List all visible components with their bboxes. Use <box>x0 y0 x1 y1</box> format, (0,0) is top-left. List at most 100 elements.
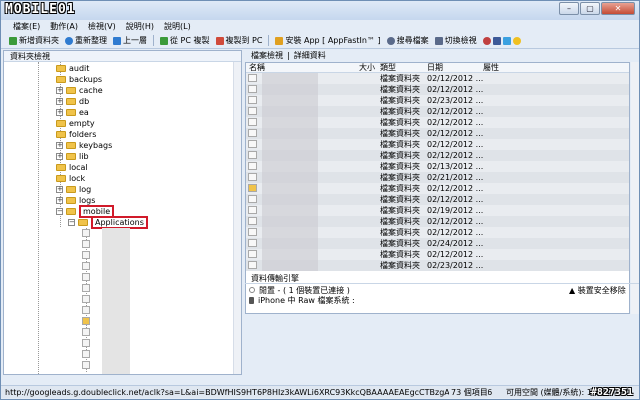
file-type: 檔案資料夾 <box>380 85 420 94</box>
menu-help-l[interactable]: 說明(L) <box>164 21 191 32</box>
expand-icon[interactable]: + <box>56 142 63 149</box>
file-date: 02/12/2012 ... <box>427 184 484 193</box>
folder-folders[interactable]: folders <box>56 129 96 140</box>
minimize-button[interactable]: – <box>559 2 579 15</box>
install-app-label: 安裝 App [ AppFastIn™ ] <box>285 36 381 45</box>
column-type[interactable]: 類型 <box>380 63 396 73</box>
column-name[interactable]: 名稱 <box>249 63 265 73</box>
app-folder-item[interactable] <box>82 228 92 237</box>
status-bar: http://googleads.g.doubleclick.net/aclk?… <box>1 385 639 398</box>
search-files-label: 搜尋檔案 <box>396 36 429 45</box>
file-type: 檔案資料夾 <box>380 162 420 171</box>
new-folder-button[interactable]: 新增資料夾 <box>9 35 59 46</box>
menu-help-h[interactable]: 說明(H) <box>126 21 154 32</box>
expand-icon[interactable]: + <box>56 153 63 160</box>
menu-view[interactable]: 檢視(V) <box>88 21 116 32</box>
file-date: 02/23/2012 ... <box>427 261 484 270</box>
file-icon <box>248 129 257 137</box>
switch-view-button[interactable]: 切換檢視 <box>434 35 477 46</box>
menu-action[interactable]: 動作(A) <box>50 21 78 32</box>
app-icon <box>82 250 90 259</box>
app-icon <box>82 360 90 369</box>
folder-local[interactable]: local <box>56 162 88 173</box>
search-files-button[interactable]: 搜尋檔案 <box>386 35 429 46</box>
device-filesystem[interactable]: iPhone 中 Raw 檔案系統 : <box>258 295 355 306</box>
folder-tree-scrollbar[interactable] <box>233 62 241 374</box>
close-button[interactable]: ✕ <box>601 2 635 15</box>
refresh-button[interactable]: 重新整理 <box>65 35 107 46</box>
folder-db[interactable]: + db <box>56 96 89 107</box>
app-folder-item[interactable] <box>82 338 92 347</box>
app-folder-item[interactable] <box>82 305 92 314</box>
app-folder-item[interactable] <box>82 272 92 281</box>
app-folder-item[interactable] <box>82 360 92 369</box>
app-icon <box>82 338 90 347</box>
folder-cache[interactable]: + cache <box>56 85 103 96</box>
tab-details[interactable]: 詳細資料 <box>294 50 326 61</box>
app-folder-item[interactable] <box>82 294 92 303</box>
file-icon <box>248 261 257 269</box>
tab-file-view[interactable]: 檔案檢視 <box>251 50 283 61</box>
column-date[interactable]: 日期 <box>427 63 443 73</box>
menu-file[interactable]: 檔案(E) <box>13 21 40 32</box>
social-icons <box>482 36 521 45</box>
app-folder-item[interactable] <box>82 261 92 270</box>
copy-from-pc-label: 從 PC 複製 <box>170 36 210 45</box>
column-attributes[interactable]: 屬性 <box>483 63 499 73</box>
folder-label: db <box>79 97 90 106</box>
file-view-panel: 檔案檢視 | 詳細資料 名稱 大小 類型 日期 屬性 檔案資料夾 02/12/20… <box>245 50 639 375</box>
app-folder-item[interactable] <box>82 327 92 336</box>
safe-eject-button[interactable]: ▲ 裝置安全移除 <box>569 285 626 296</box>
facebook-icon[interactable] <box>492 36 501 45</box>
column-size[interactable]: 大小 <box>359 63 375 73</box>
folder-empty[interactable]: empty <box>56 118 95 129</box>
folder-backups[interactable]: backups <box>56 74 102 85</box>
folder-audit[interactable]: audit <box>56 63 89 74</box>
file-date: 02/12/2012 ... <box>427 217 484 226</box>
folder-icon <box>56 131 66 138</box>
watermark: #827351 <box>590 387 633 398</box>
up-button[interactable]: 上一層 <box>113 35 147 46</box>
app-folder-item[interactable] <box>82 283 92 292</box>
expand-icon[interactable]: + <box>56 186 63 193</box>
app-folder-item[interactable] <box>82 349 92 358</box>
file-icon <box>248 162 257 170</box>
expand-icon[interactable]: + <box>56 109 63 116</box>
folder-icon <box>56 65 66 72</box>
folder-icon <box>66 197 76 204</box>
folder-tree-title: 資料夾檢視 <box>4 51 241 62</box>
expand-icon[interactable]: + <box>56 87 63 94</box>
app-icon <box>82 283 90 292</box>
collapse-icon[interactable]: − <box>56 208 63 215</box>
install-app-button[interactable]: 安裝 App [ AppFastIn™ ] <box>275 35 381 46</box>
folder-label: cache <box>79 86 103 95</box>
app-folder-item[interactable] <box>82 250 92 259</box>
folder-lock[interactable]: lock <box>56 173 85 184</box>
folder-log[interactable]: + log <box>56 184 91 195</box>
file-date: 02/12/2012 ... <box>427 129 484 138</box>
file-icon <box>248 74 257 82</box>
twitter-icon[interactable] <box>502 36 511 45</box>
folder-ea[interactable]: + ea <box>56 107 89 118</box>
collapse-icon[interactable]: − <box>68 219 75 226</box>
file-type: 檔案資料夾 <box>380 107 420 116</box>
maximize-button[interactable]: ▢ <box>580 2 600 15</box>
expand-icon[interactable]: + <box>56 98 63 105</box>
redacted-file-names <box>262 73 318 271</box>
app-icon <box>82 239 90 248</box>
file-type: 檔案資料夾 <box>380 140 420 149</box>
globe-icon[interactable] <box>482 36 491 45</box>
folder-applications[interactable]: − Applications <box>68 216 148 229</box>
app-folder-item[interactable] <box>82 239 92 248</box>
app-folder-item[interactable] <box>82 316 92 325</box>
folder-label: logs <box>79 196 96 205</box>
copy-to-pc-button[interactable]: 複製到 PC <box>215 35 262 46</box>
file-type: 檔案資料夾 <box>380 173 420 182</box>
copy-from-pc-icon <box>160 36 168 45</box>
expand-icon[interactable]: + <box>56 197 63 204</box>
folder-lib[interactable]: + lib <box>56 151 89 162</box>
smiley-icon[interactable] <box>512 36 521 45</box>
copy-from-pc-button[interactable]: 從 PC 複製 <box>160 35 210 46</box>
folder-keybags[interactable]: + keybags <box>56 140 112 151</box>
folder-label: log <box>79 185 92 194</box>
